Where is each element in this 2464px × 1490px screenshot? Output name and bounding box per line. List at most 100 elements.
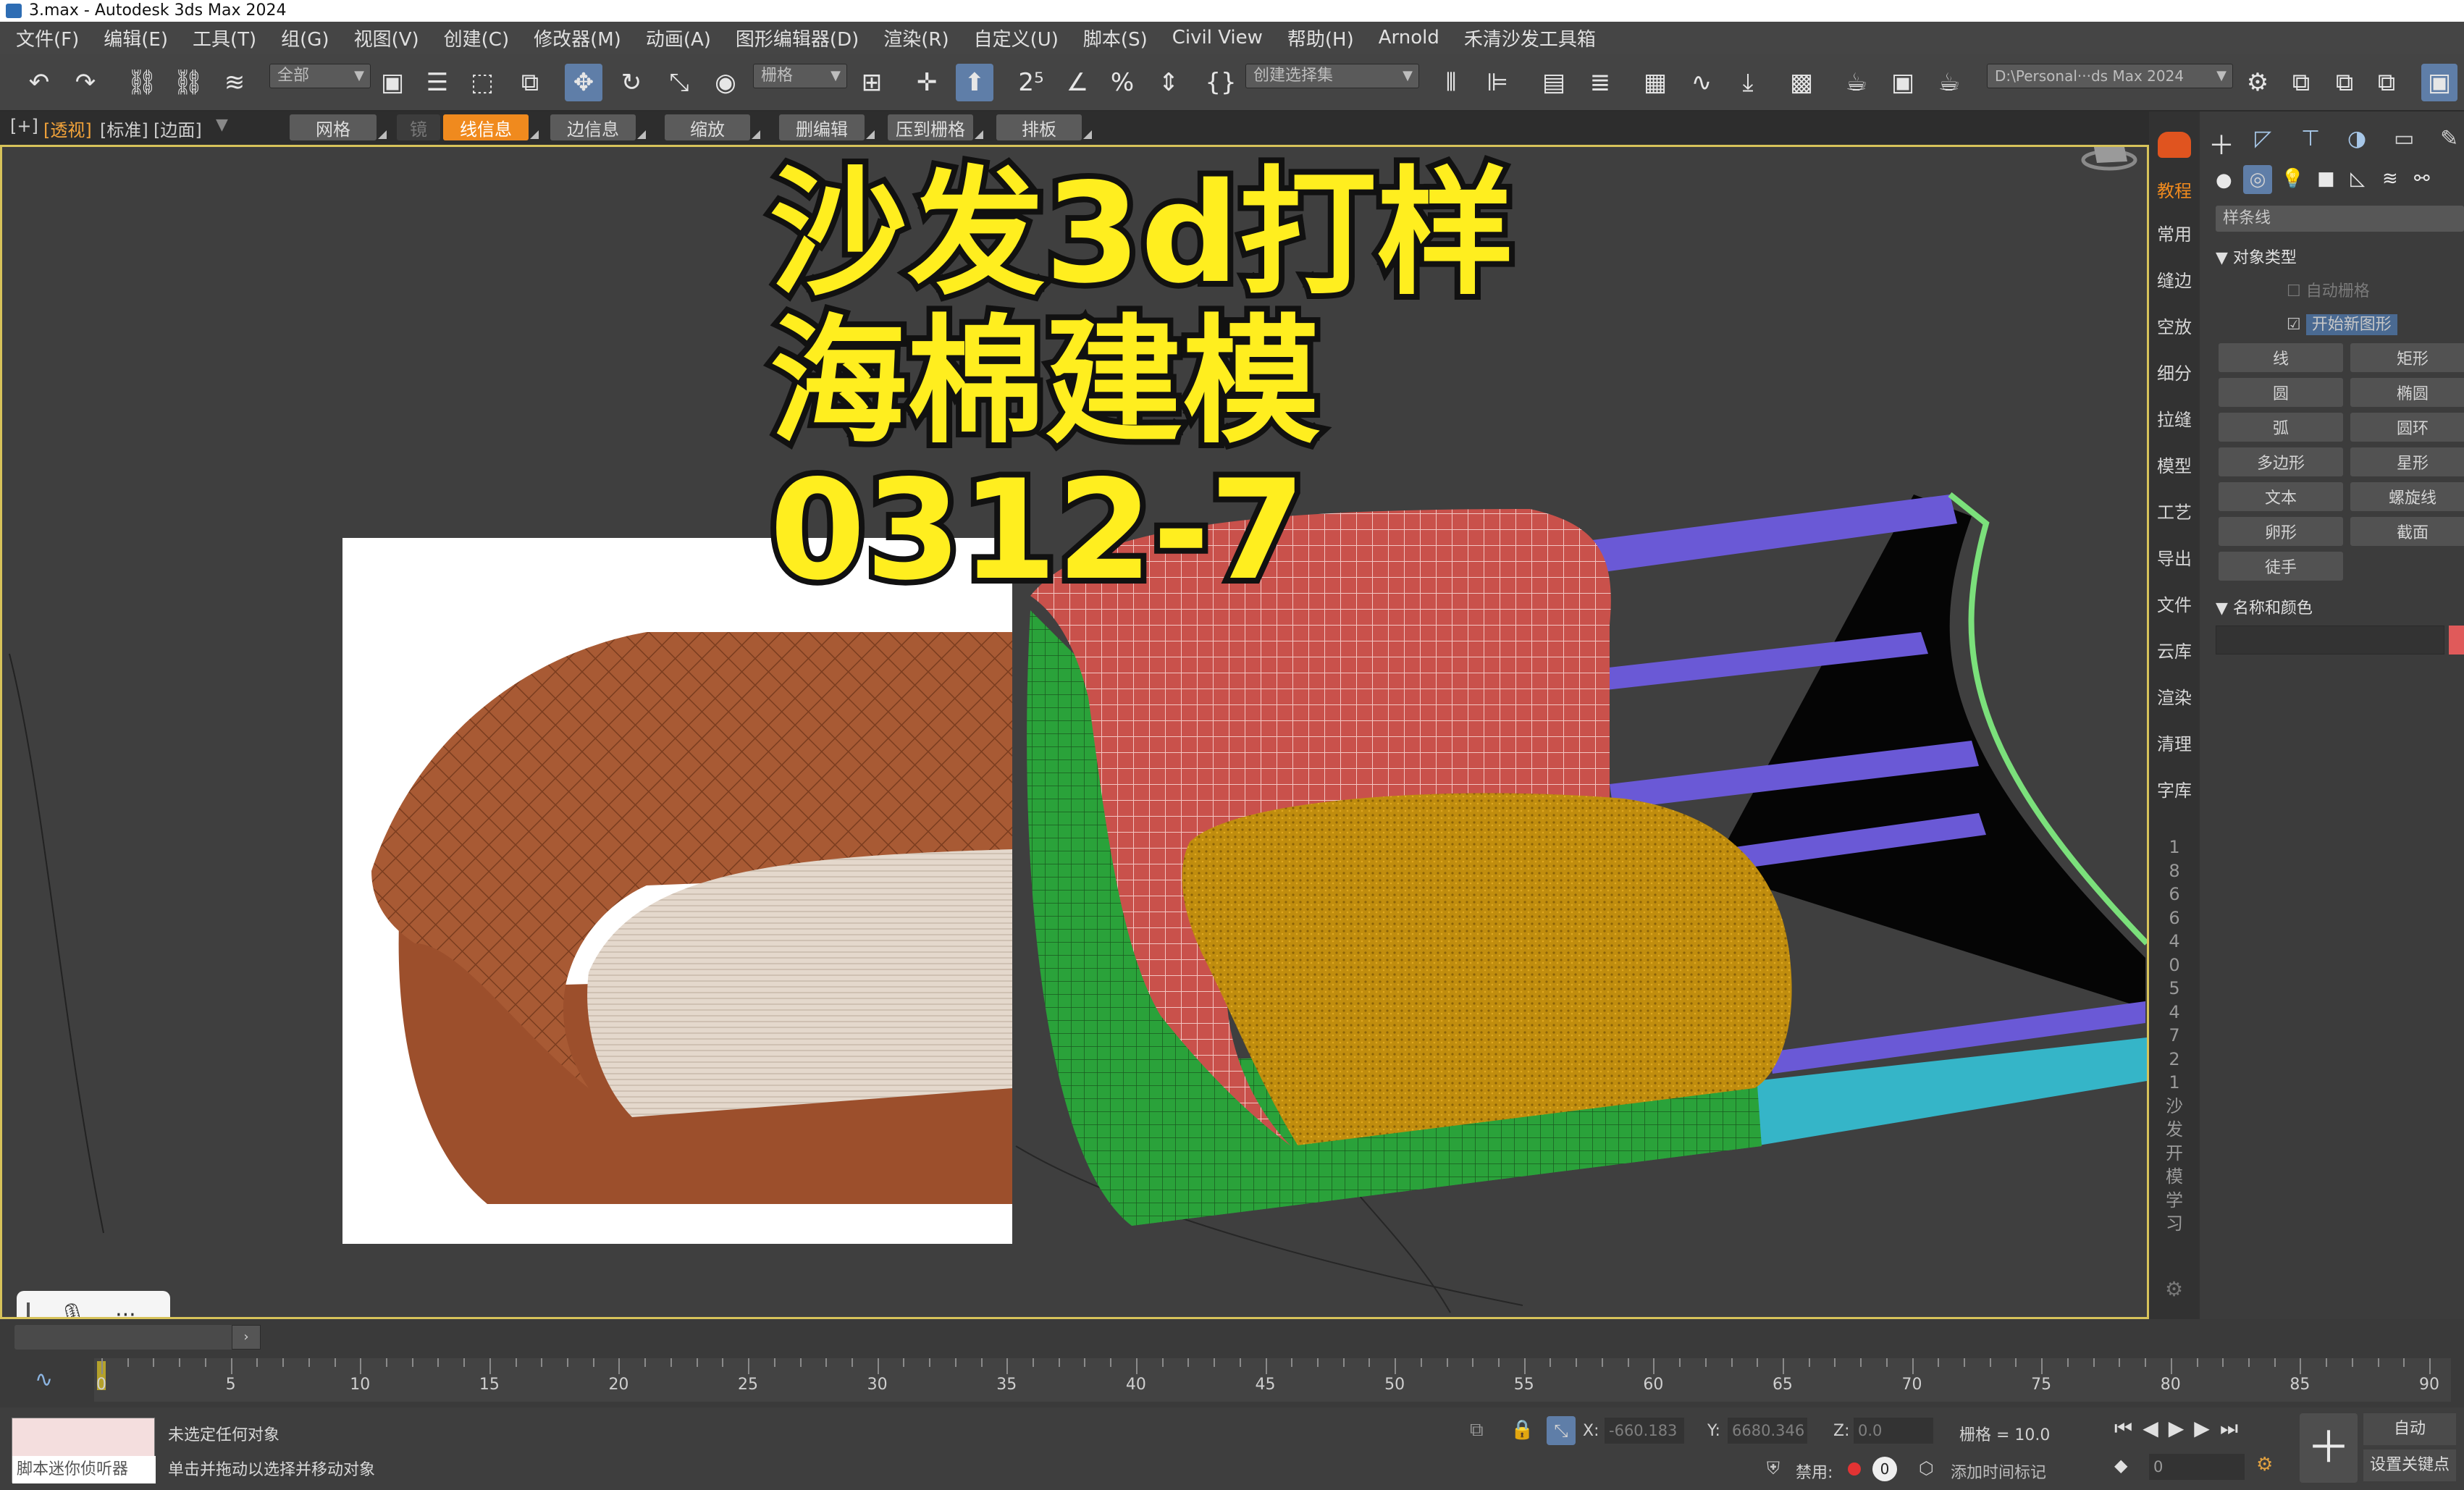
key-mode-icon[interactable]: ◆ [2114, 1455, 2127, 1476]
shape-freehand-button[interactable]: 徒手 [2219, 552, 2343, 581]
side-tab-font[interactable]: 字库 [2149, 776, 2200, 801]
window-crossing-icon[interactable]: ⧉ [511, 64, 549, 101]
shapes-category-icon[interactable]: ◎ [2243, 165, 2272, 194]
lights-category-icon[interactable]: 💡 [2281, 168, 2304, 190]
menu-create[interactable]: 创建(C) [444, 25, 509, 51]
play-icon[interactable]: ▶ [2169, 1416, 2195, 1440]
start-new-shape-checkbox[interactable]: ☑ 开始新图形 [2287, 311, 2397, 335]
menu-animation[interactable]: 动画(A) [646, 25, 711, 51]
menu-scripting[interactable]: 脚本(S) [1083, 25, 1148, 51]
side-tab-clean[interactable]: 清理 [2149, 730, 2200, 755]
helpers-category-icon[interactable]: ◺ [2350, 168, 2365, 190]
render-production-icon[interactable]: ☕ [1930, 64, 1968, 101]
curve-editor-mini-icon[interactable]: ∿ [0, 1358, 80, 1402]
grip-icon[interactable] [27, 1302, 30, 1317]
x-coordinate-input[interactable]: -660.183 [1605, 1418, 1684, 1444]
geometry-category-icon[interactable]: ● [2216, 169, 2232, 191]
sign-in-icon[interactable]: ▣ [2421, 64, 2457, 101]
side-tab-seam[interactable]: 缝边 [2149, 266, 2200, 292]
selection-filter-select[interactable]: 全部 ▼ [269, 64, 371, 88]
bind-space-warp-icon[interactable]: ≋ [216, 64, 253, 101]
unlink-icon[interactable]: ⛓ [169, 64, 207, 101]
side-tab-render[interactable]: 渲染 [2149, 683, 2200, 709]
absolute-mode-icon[interactable]: ⤡ [1547, 1416, 1576, 1445]
viewport-pov-label[interactable]: [透视] [43, 116, 92, 141]
shape-section-button[interactable]: 截面 [2350, 517, 2464, 546]
open-folder-icon[interactable]: ⧉ [2326, 64, 2363, 101]
shape-ngon-button[interactable]: 多边形 [2219, 447, 2343, 476]
pivot-center-icon[interactable]: ⊞ [853, 64, 891, 101]
mic-icon[interactable]: 🎙 [59, 1302, 86, 1318]
reference-coord-select[interactable]: 栅格 ▼ [753, 64, 847, 88]
voice-typing-widget[interactable]: 🎙 ··· [17, 1291, 170, 1318]
set-key-icon[interactable]: ＋ [2300, 1413, 2358, 1483]
named-selection-select[interactable]: 创建选择集 ▼ [1245, 64, 1419, 88]
object-color-swatch[interactable] [2449, 626, 2464, 654]
select-place-icon[interactable]: ◉ [707, 64, 744, 101]
spinner-snap-icon[interactable]: ⇕ [1150, 64, 1187, 101]
time-config-icon[interactable]: ⚙ [2256, 1454, 2273, 1476]
menu-views[interactable]: 视图(V) [354, 25, 419, 51]
percent-snap-icon[interactable]: % [1103, 64, 1141, 101]
cameras-category-icon[interactable]: ■ [2317, 168, 2335, 190]
menu-modifiers[interactable]: 修改器(M) [534, 25, 621, 51]
shape-donut-button[interactable]: 圆环 [2350, 413, 2464, 442]
set-key-button[interactable]: 设置关键点 [2363, 1449, 2456, 1481]
edit-named-selection-icon[interactable]: {} [1202, 64, 1240, 101]
current-frame-input[interactable]: 0 [2149, 1454, 2245, 1480]
display-tab-icon[interactable]: ▭ [2394, 126, 2414, 151]
keyboard-shortcut-override-icon[interactable]: ⬆ [956, 64, 993, 101]
menu-tools[interactable]: 工具(T) [193, 25, 256, 51]
object-type-rollout[interactable]: ▼ 对象类型 [2216, 245, 2297, 268]
utilities-tab-icon[interactable]: ✎ [2440, 126, 2458, 151]
viewcube-icon[interactable] [2081, 147, 2137, 171]
select-manipulate-icon[interactable]: ✛ [908, 64, 946, 101]
menu-edit[interactable]: 编辑(E) [104, 25, 168, 51]
ribbon-mirror-checkbox[interactable]: 镜 [397, 114, 440, 140]
side-tab-craft[interactable]: 工艺 [2149, 498, 2200, 523]
space-warps-category-icon[interactable]: ≋ [2382, 168, 2398, 190]
side-tab-common[interactable]: 常用 [2149, 220, 2200, 245]
hierarchy-tab-icon[interactable]: ⊤ [2301, 126, 2320, 151]
material-editor-icon[interactable]: ▩ [1783, 64, 1820, 101]
prev-frame-icon[interactable]: ◀ [2143, 1416, 2169, 1440]
side-tab-tutorial[interactable]: 教程 [2149, 177, 2200, 202]
select-scale-icon[interactable]: ⤡ [660, 64, 698, 101]
redo-icon[interactable]: ↷ [67, 64, 104, 101]
menu-graph-editors[interactable]: 图形编辑器(D) [736, 25, 859, 51]
menu-arnold[interactable]: Arnold [1379, 27, 1439, 49]
workspace-icon[interactable]: ⧉ [2282, 64, 2320, 101]
isolate-selection-icon[interactable]: ⧉ [1470, 1419, 1484, 1441]
side-tab-pull-seam[interactable]: 拉缝 [2149, 405, 2200, 431]
systems-category-icon[interactable]: ⚯ [2414, 168, 2430, 190]
curve-editor-icon[interactable]: ∿ [1683, 64, 1720, 101]
ribbon-line-info-button[interactable]: 线信息 [443, 114, 539, 140]
set-project-icon[interactable]: ⚙ [2239, 64, 2276, 101]
select-by-name-icon[interactable]: ☰ [419, 64, 456, 101]
settings-gear-icon[interactable]: ⚙ [2165, 1277, 2183, 1301]
shape-line-button[interactable]: 线 [2219, 343, 2343, 372]
shape-egg-button[interactable]: 卵形 [2219, 517, 2343, 546]
align-icon[interactable]: ⊫ [1479, 64, 1516, 101]
time-tag-icon[interactable]: ⬡ [1919, 1458, 1934, 1478]
select-move-icon[interactable]: ✥ [565, 64, 602, 101]
mirror-icon[interactable]: ⫴ [1432, 64, 1470, 101]
time-slider[interactable]: › [14, 1325, 261, 1350]
shape-rectangle-button[interactable]: 矩形 [2350, 343, 2464, 372]
shape-text-button[interactable]: 文本 [2219, 482, 2343, 511]
shape-circle-button[interactable]: 圆 [2219, 378, 2343, 407]
menu-customize[interactable]: 自定义(U) [974, 25, 1059, 51]
lock-selection-icon[interactable]: 🔒 [1510, 1419, 1534, 1441]
perspective-viewport[interactable]: 沙发3d打样 海棉建模 0312-7 🎙 ··· [0, 145, 2149, 1319]
modify-tab-icon[interactable]: ◸ [2255, 126, 2271, 151]
goto-end-icon[interactable]: ⏭ [2220, 1416, 2248, 1440]
side-tab-export[interactable]: 导出 [2149, 544, 2200, 570]
snaps-toggle-icon[interactable]: 2⁵ [1012, 64, 1050, 101]
shape-arc-button[interactable]: 弧 [2219, 413, 2343, 442]
object-name-input[interactable] [2216, 626, 2444, 654]
angle-snap-icon[interactable]: ∠ [1059, 64, 1096, 101]
y-coordinate-input[interactable]: 6680.346 [1728, 1418, 1807, 1444]
name-color-rollout[interactable]: ▼ 名称和颜色 [2216, 595, 2313, 618]
motion-tab-icon[interactable]: ◑ [2347, 126, 2366, 151]
side-tab-model[interactable]: 模型 [2149, 452, 2200, 477]
